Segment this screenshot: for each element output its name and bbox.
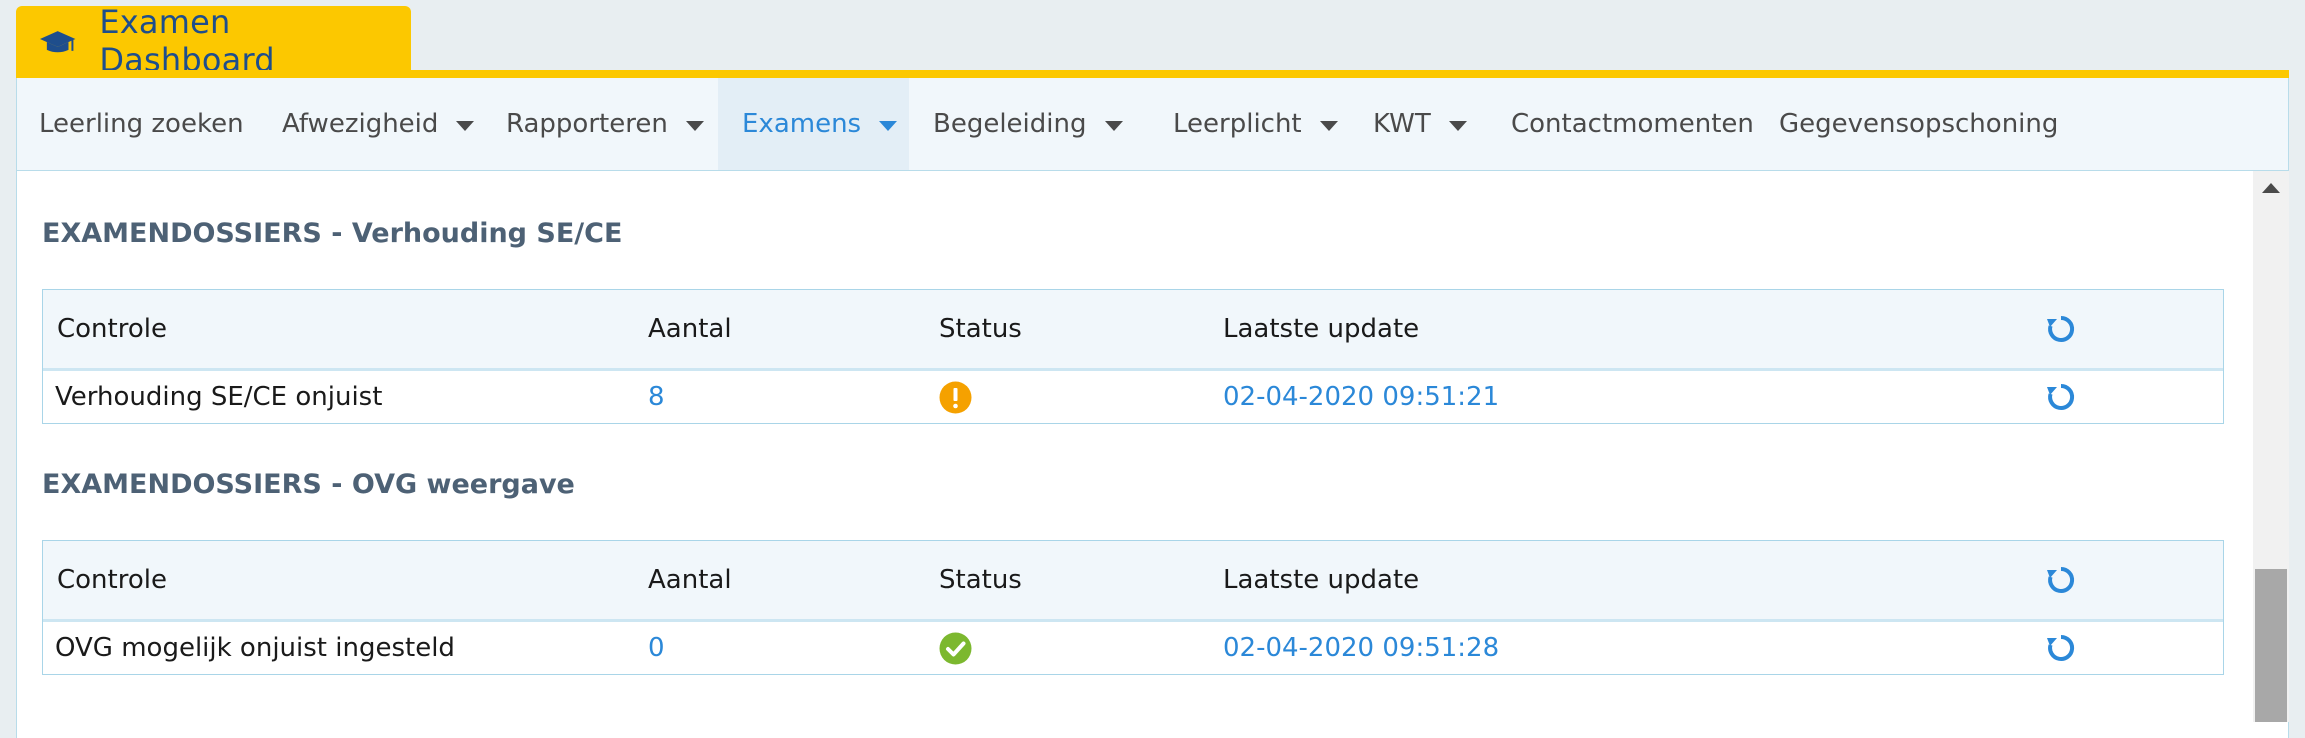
caret-down-icon (879, 120, 898, 131)
column-header: Status (939, 565, 1022, 595)
nav-label: Contactmomenten (1511, 109, 1754, 139)
content-area: EXAMENDOSSIERS - Verhouding SE/CE Contro… (17, 171, 2252, 738)
row-aantal-link[interactable]: 0 (648, 622, 665, 674)
caret-down-icon (1448, 120, 1467, 131)
caret-down-icon (685, 120, 704, 131)
dashboard-tab[interactable]: Examen Dashboard (16, 3, 411, 79)
table-header: Controle Aantal Status Laatste update (43, 541, 2223, 622)
graduation-cap-icon (39, 31, 76, 53)
row-controle: Verhouding SE/CE onjuist (55, 382, 383, 412)
refresh-row-button[interactable] (2046, 622, 2076, 674)
refresh-icon (2047, 383, 2075, 410)
refresh-all-button[interactable] (2046, 541, 2076, 619)
nav-item-contactmomenten[interactable]: Contactmomenten (1487, 78, 1755, 170)
nav-label: Leerplicht (1173, 109, 1302, 139)
scroll-up-arrow-icon[interactable] (2262, 183, 2280, 193)
scrollbar-thumb[interactable] (2255, 569, 2287, 722)
check-table: Controle Aantal Status Laatste update Ve… (42, 289, 2224, 424)
nav-item-afwezigheid[interactable]: Afwezigheid (258, 78, 482, 170)
caret-down-icon (1319, 120, 1338, 131)
nav-label: Gegevensopschoning (1779, 109, 2059, 139)
check-circle-icon (939, 632, 972, 664)
header-accent-bar (16, 70, 2289, 78)
main-nav: Leerling zoeken Afwezigheid Rapporteren … (17, 78, 2288, 171)
row-update-link[interactable]: 02-04-2020 09:51:21 (1223, 371, 1499, 423)
column-header: Aantal (648, 314, 732, 344)
row-controle: OVG mogelijk onjuist ingesteld (55, 633, 455, 663)
column-header: Status (939, 314, 1022, 344)
nav-label: Rapporteren (506, 109, 668, 139)
nav-item-rapporteren[interactable]: Rapporteren (482, 78, 718, 170)
section-title: EXAMENDOSSIERS - Verhouding SE/CE (42, 218, 623, 249)
vertical-scrollbar[interactable] (2253, 171, 2289, 722)
nav-label: Begeleiding (933, 109, 1087, 139)
table-row: OVG mogelijk onjuist ingesteld 0 02-04-2… (43, 622, 2223, 674)
column-header: Laatste update (1223, 314, 1420, 344)
warning-icon (939, 381, 972, 413)
main-panel: Leerling zoeken Afwezigheid Rapporteren … (16, 78, 2289, 738)
nav-item-kwt[interactable]: KWT (1349, 78, 1487, 170)
section-title: EXAMENDOSSIERS - OVG weergave (42, 469, 575, 500)
check-table: Controle Aantal Status Laatste update OV… (42, 540, 2224, 675)
column-header: Controle (57, 314, 167, 344)
nav-item-examens[interactable]: Examens (718, 78, 909, 170)
status-ok (939, 622, 972, 674)
nav-item-leerling-zoeken[interactable]: Leerling zoeken (17, 78, 258, 170)
nav-item-gegevensopschoning[interactable]: Gegevensopschoning (1755, 78, 2058, 170)
nav-item-leerplicht[interactable]: Leerplicht (1149, 78, 1349, 170)
refresh-row-button[interactable] (2046, 371, 2076, 423)
refresh-icon (2047, 634, 2075, 661)
column-header: Laatste update (1223, 565, 1420, 595)
nav-label: Leerling zoeken (39, 109, 244, 139)
column-header: Controle (57, 565, 167, 595)
column-header: Aantal (648, 565, 732, 595)
row-update-link[interactable]: 02-04-2020 09:51:28 (1223, 622, 1499, 674)
refresh-all-button[interactable] (2046, 290, 2076, 368)
nav-label: KWT (1373, 109, 1431, 139)
table-header: Controle Aantal Status Laatste update (43, 290, 2223, 371)
nav-label: Examens (742, 109, 862, 139)
refresh-icon (2047, 315, 2075, 342)
caret-down-icon (1104, 120, 1123, 131)
page-title: Examen Dashboard (99, 3, 275, 79)
row-aantal-link[interactable]: 8 (648, 371, 665, 423)
refresh-icon (2047, 566, 2075, 593)
table-row: Verhouding SE/CE onjuist 8 02-04-2020 09… (43, 371, 2223, 423)
nav-item-begeleiding[interactable]: Begeleiding (909, 78, 1149, 170)
caret-down-icon (456, 120, 475, 131)
nav-label: Afwezigheid (282, 109, 439, 139)
status-warning (939, 371, 972, 423)
